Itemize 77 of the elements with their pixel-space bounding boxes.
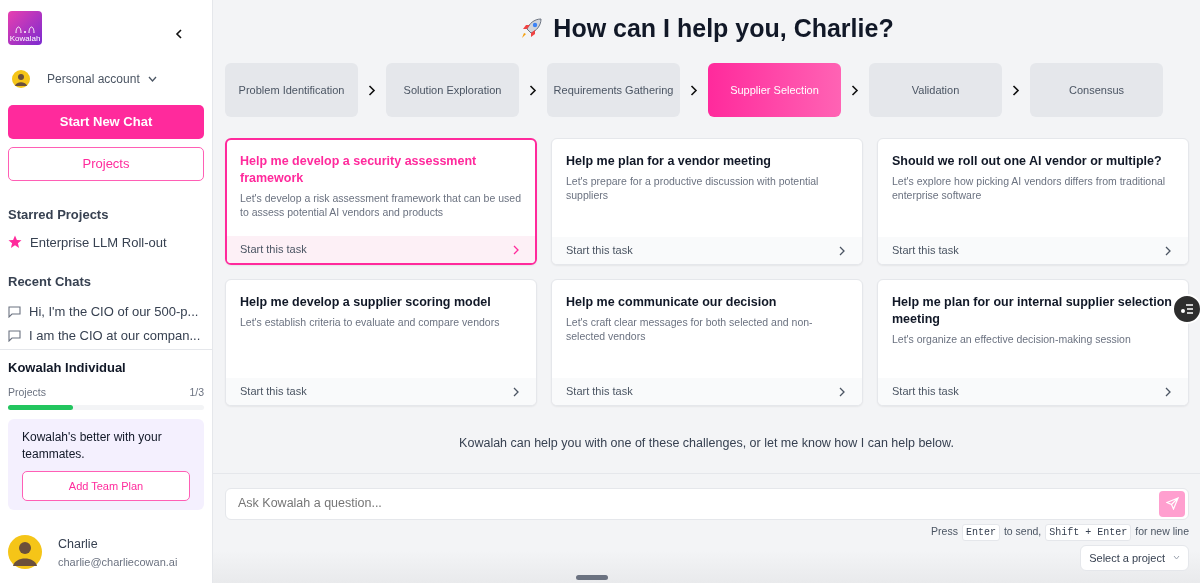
- send-icon: [1165, 497, 1179, 511]
- message-box[interactable]: Ask Kowalah a question...: [225, 487, 1189, 520]
- account-switcher[interactable]: Personal account: [46, 69, 158, 89]
- logo: Kowalah: [8, 11, 42, 45]
- starred-project[interactable]: Enterprise LLM Roll-out: [30, 232, 167, 252]
- add-team-plan-button[interactable]: Add Team Plan: [22, 470, 190, 501]
- page-heading: How can I help you, Charlie?: [553, 13, 894, 43]
- task-card[interactable]: Help me communicate our decision Let's craft clear messages for both selected and non-selected vendors Start this task: [551, 279, 863, 406]
- task-title: Help me plan for a vendor meeting: [566, 153, 772, 170]
- task-description: Let's explore how picking AI vendors differs from traditional enterprise software: [892, 174, 1167, 202]
- task-action: Start this task: [240, 242, 307, 258]
- task-title: Help me develop a security assessment framework: [240, 153, 478, 187]
- collapse-icon[interactable]: [174, 29, 184, 39]
- drag-handle[interactable]: [576, 575, 608, 580]
- chevron-right-icon: [529, 84, 537, 96]
- chevron-right-icon: [368, 84, 376, 96]
- task-card[interactable]: Should we roll out one AI vendor or multiple? Let's explore how picking AI vendors differs from traditional enterprise software Start this task: [877, 138, 1189, 265]
- recent-chat[interactable]: Hi, I'm the CIO of our 500-p...: [29, 301, 199, 322]
- task-description: Let's establish criteria to evaluate and compare vendors: [240, 315, 501, 329]
- task-action: Start this task: [566, 243, 633, 259]
- message-field[interactable]: Ask Kowalah a question...: [236, 493, 1159, 515]
- task-description: Let's organize an effective decision-making session: [892, 332, 1132, 346]
- avatar-icon: [8, 535, 42, 570]
- task-card[interactable]: Help me plan for our internal supplier selection meeting Let's organize an effective decision-making session Start this task: [877, 279, 1189, 406]
- meter-label: Projects: [8, 385, 46, 400]
- chevron-right-icon: [1012, 84, 1020, 96]
- chevron-right-icon: [839, 386, 845, 397]
- task-card[interactable]: Help me develop a supplier scoring model Let's establish criteria to evaluate and compare vendors Start this task: [225, 279, 537, 406]
- star-icon: [8, 235, 22, 250]
- stage-tab[interactable]: Requirements Gathering: [547, 63, 680, 117]
- recent-chat[interactable]: I am the CIO at our compan...: [29, 325, 201, 346]
- stage-tab[interactable]: Solution Exploration: [386, 63, 519, 117]
- key-hint: Shift + Enter: [1045, 523, 1132, 541]
- avatar-icon: [12, 70, 30, 88]
- project-select[interactable]: Select a project: [1080, 544, 1189, 571]
- section-heading: Starred Projects: [8, 206, 110, 224]
- help-text: for new line: [1135, 524, 1189, 540]
- task-action: Start this task: [240, 384, 307, 400]
- task-title: Help me communicate our decision: [566, 294, 778, 311]
- help-text: Press: [931, 524, 958, 540]
- plan-name: Kowalah Individual: [8, 358, 127, 377]
- stage-tab[interactable]: Consensus: [1030, 63, 1163, 117]
- stage-tab[interactable]: Validation: [869, 63, 1002, 117]
- floating-menu-button[interactable]: [1172, 294, 1200, 324]
- task-description: Let's develop a risk assessment framework that can be used to assess potential AI vendors and products: [240, 191, 522, 219]
- task-description: Let's craft clear messages for both selected and non-selected vendors: [566, 315, 814, 343]
- chat-icon: [8, 305, 21, 318]
- chevron-right-icon: [513, 244, 519, 255]
- task-action: Start this task: [892, 243, 959, 259]
- chat-icon: [8, 329, 21, 342]
- projects-button[interactable]: Projects: [8, 147, 204, 181]
- meter-reading: 1/3: [189, 385, 204, 400]
- chevron-down-icon: [1173, 555, 1180, 561]
- task-action: Start this task: [566, 384, 633, 400]
- chevron-down-icon: [147, 76, 157, 82]
- stage-tab[interactable]: Problem Identification: [225, 63, 358, 117]
- user-name: Charlie: [58, 535, 99, 553]
- task-card[interactable]: Help me plan for a vendor meeting Let's prepare for a productive discussion with potential suppliers Start this task: [551, 138, 863, 265]
- task-action: Start this task: [892, 384, 959, 400]
- help-text: to send,: [1003, 524, 1042, 540]
- section-heading: Recent Chats: [8, 273, 93, 291]
- task-title: Help me plan for our internal supplier selection meeting: [892, 294, 1173, 328]
- promo-text: Kowalah's better with your teammates.: [22, 428, 163, 463]
- list-icon: [1180, 303, 1194, 315]
- task-description: Let's prepare for a productive discussion with potential suppliers: [566, 174, 820, 202]
- hint-text: Kowalah can help you with one of these challenges, or let me know how I can help below.: [458, 435, 955, 452]
- task-card[interactable]: Help me develop a security assessment framework Let's develop a risk assessment framework that can be used to assess potential AI vendors and products Start this task: [225, 138, 537, 265]
- task-title: Should we roll out one AI vendor or multiple?: [892, 153, 1163, 170]
- user-email: charlie@charliecowan.ai: [58, 554, 178, 570]
- chevron-right-icon: [839, 245, 845, 256]
- chevron-right-icon: [1165, 386, 1171, 397]
- chevron-right-icon: [513, 386, 519, 397]
- chevron-right-icon: [690, 84, 698, 96]
- key-hint: Enter: [961, 523, 1000, 541]
- chevron-right-icon: [1165, 245, 1171, 256]
- task-title: Help me develop a supplier scoring model: [240, 294, 492, 311]
- chevron-right-icon: [851, 84, 859, 96]
